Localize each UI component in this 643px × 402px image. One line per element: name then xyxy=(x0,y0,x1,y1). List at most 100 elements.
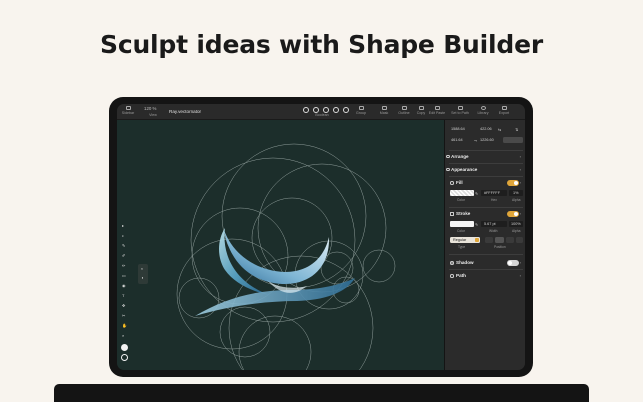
fill-alpha-field[interactable]: 1% xyxy=(509,190,523,196)
appearance-section[interactable]: Appearance xyxy=(446,167,478,172)
pencil-icon[interactable]: ✐ xyxy=(122,254,126,258)
path-chevron-icon[interactable]: › xyxy=(520,273,521,278)
stroke-position-center[interactable] xyxy=(495,237,504,243)
shadow-chevron-icon[interactable]: › xyxy=(520,260,521,265)
stroke-eyedropper-icon[interactable]: ✎ xyxy=(475,222,478,227)
move-icon[interactable]: ✥ xyxy=(122,304,126,308)
export-label: Export xyxy=(498,111,510,115)
boolean-button[interactable]: Boolean xyxy=(311,113,333,117)
stroke-chevron-icon[interactable]: › xyxy=(520,211,521,216)
zoom-icon[interactable]: ⌕ xyxy=(122,334,126,338)
stroke-toggle-knob xyxy=(513,211,519,217)
lock-ratio-icon[interactable]: ⊸ xyxy=(474,138,477,143)
shadow-toggle[interactable] xyxy=(507,260,519,266)
scissors-icon[interactable]: ✂ xyxy=(122,314,126,318)
shape-builder-options: ◐ ◑ xyxy=(138,264,148,284)
fill-color-caption: Color xyxy=(457,198,465,202)
stroke-type-select[interactable]: Regular xyxy=(450,237,480,243)
arrange-icon xyxy=(446,154,450,158)
pen-icon[interactable]: ✎ xyxy=(122,244,126,248)
path-icon xyxy=(457,106,463,110)
artwork xyxy=(176,143,396,370)
stroke-more-button[interactable] xyxy=(516,237,523,243)
zoom-value[interactable]: 120 % xyxy=(144,106,156,111)
erase-brush-icon[interactable]: ◑ xyxy=(141,276,145,280)
selection-icon[interactable]: ▸ xyxy=(122,224,126,228)
stroke-alpha-field[interactable]: 100% xyxy=(509,221,523,227)
union-icon[interactable] xyxy=(303,107,309,113)
drawing-canvas[interactable]: ▸ ▹ ✎ ✐ ✏ ▭ ◉ T ✥ ✂ ✋ ⌕ ◐ ◑ xyxy=(117,120,444,370)
paste-icon xyxy=(434,106,440,110)
height-field[interactable]: 1226.60 xyxy=(480,138,494,142)
divider xyxy=(449,254,523,255)
divider xyxy=(449,269,523,270)
arrange-chevron-icon[interactable]: › xyxy=(520,154,521,159)
stroke-position-outside[interactable] xyxy=(506,237,514,243)
direct-select-icon[interactable]: ▹ xyxy=(122,234,126,238)
fill-eyedropper-icon[interactable]: ✎ xyxy=(475,191,478,196)
constrain-toggle[interactable] xyxy=(503,137,523,143)
exclude-icon[interactable] xyxy=(333,107,339,113)
stroke-position-inside[interactable] xyxy=(485,237,493,243)
hand-icon[interactable]: ✋ xyxy=(122,324,127,328)
stroke-type-caption: Type xyxy=(458,245,466,249)
fill-color-well[interactable] xyxy=(450,190,474,196)
set-to-path-label: Set to Path xyxy=(451,111,469,115)
x-field[interactable]: 1588.64 xyxy=(451,127,465,131)
flip-horizontal-icon[interactable]: ⇆ xyxy=(498,127,501,132)
stroke-section-label: Stroke xyxy=(456,211,471,216)
tool-palette: ▸ ▹ ✎ ✐ ✏ ▭ ◉ T ✥ ✂ ✋ ⌕ xyxy=(121,224,128,361)
export-button[interactable]: Export xyxy=(496,105,512,115)
text-icon[interactable]: T xyxy=(122,294,126,298)
stroke-alpha-value: 100% xyxy=(511,222,521,226)
view-button[interactable]: View xyxy=(145,113,161,117)
sidebar-button[interactable]: Sidebar xyxy=(121,105,135,115)
appearance-icon xyxy=(446,167,450,171)
fill-chevron-icon[interactable]: › xyxy=(520,180,521,185)
copy-label: Copy xyxy=(416,111,426,115)
boolean-label: Boolean xyxy=(315,113,329,117)
document-title[interactable]: Ray.vectornator xyxy=(169,109,201,114)
stroke-toggle[interactable] xyxy=(507,211,519,217)
copy-button[interactable]: Copy xyxy=(415,105,427,115)
fill-icon xyxy=(450,181,454,185)
library-button[interactable]: Library xyxy=(475,105,491,115)
stroke-color-swatch[interactable] xyxy=(121,354,128,361)
fill-toggle[interactable] xyxy=(507,180,519,186)
outline-button[interactable]: Outline xyxy=(396,105,412,115)
appearance-chevron-icon[interactable]: › xyxy=(520,167,521,172)
edit-paste-label: Edit Paste xyxy=(428,111,446,115)
flip-vertical-icon[interactable]: ⇅ xyxy=(515,127,518,132)
set-to-path-button[interactable]: Set to Path xyxy=(449,105,471,115)
fill-hex-value: #FFFFFF xyxy=(484,191,501,195)
edit-paste-button[interactable]: Edit Paste xyxy=(428,105,446,115)
group-label: Group xyxy=(356,111,366,115)
app-screen: Sidebar 120 % View Ray.vectornator Boole… xyxy=(117,104,525,370)
stroke-position-caption: Position xyxy=(494,245,506,249)
mask-button[interactable]: Mask xyxy=(378,105,390,115)
shape-builder-icon[interactable]: ◉ xyxy=(122,284,126,288)
library-icon xyxy=(480,106,486,110)
stroke-width-field[interactable]: 5.67 pt xyxy=(481,221,507,227)
top-toolbar: Sidebar 120 % View Ray.vectornator Boole… xyxy=(117,104,525,120)
divide-icon[interactable] xyxy=(343,107,349,113)
appearance-label: Appearance xyxy=(451,167,478,172)
path-section-label: Path xyxy=(456,273,466,278)
brush-icon[interactable]: ✏ xyxy=(122,264,126,268)
merge-brush-icon[interactable]: ◐ xyxy=(141,267,145,271)
mask-icon xyxy=(381,106,387,110)
fill-hex-field[interactable]: #FFFFFF xyxy=(481,190,507,196)
stroke-color-well[interactable] xyxy=(450,221,474,227)
shadow-icon xyxy=(450,261,454,265)
divider xyxy=(449,150,523,151)
fill-color-swatch[interactable] xyxy=(121,344,128,351)
stroke-color-caption: Color xyxy=(457,229,465,233)
tablet-frame: Sidebar 120 % View Ray.vectornator Boole… xyxy=(109,97,533,377)
stroke-width-caption: Width xyxy=(489,229,498,233)
rectangle-icon[interactable]: ▭ xyxy=(122,274,126,278)
width-field[interactable]: 461.64 xyxy=(451,138,463,142)
y-field[interactable]: 422.06 xyxy=(480,127,492,131)
sidebar-icon xyxy=(125,106,131,110)
arrange-section[interactable]: Arrange xyxy=(446,154,469,159)
group-button[interactable]: Group xyxy=(355,105,367,115)
